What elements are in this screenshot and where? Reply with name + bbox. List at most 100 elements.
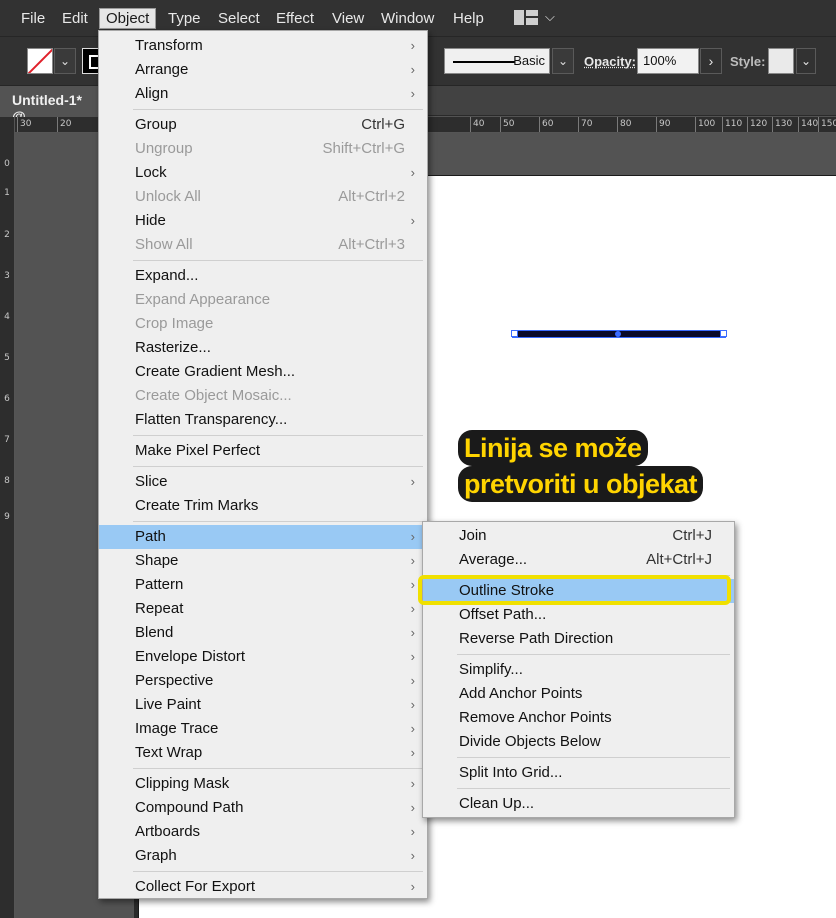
menu-window[interactable]: Window	[381, 9, 434, 29]
selection-handle[interactable]	[511, 330, 518, 337]
object-menu-item-path[interactable]: Path ›	[99, 525, 427, 549]
menu-item-label: Create Object Mosaic...	[135, 387, 292, 404]
path-menu-item-split-into-grid[interactable]: Split Into Grid...	[423, 761, 734, 785]
object-menu-item-pattern[interactable]: Pattern ›	[99, 573, 427, 597]
menu-object[interactable]: Object	[99, 8, 157, 29]
opacity-chevron-right-icon[interactable]: ›	[700, 48, 722, 74]
path-menu-item-add-anchor-points[interactable]: Add Anchor Points	[423, 682, 734, 706]
object-menu-item-hide[interactable]: Hide ›	[99, 209, 427, 233]
menu-item-shortcut: Shift+Ctrl+G	[322, 140, 405, 157]
menu-edit[interactable]: Edit	[62, 9, 88, 29]
annotation-line-1: Linija se može	[458, 430, 648, 466]
menu-item-label: Crop Image	[135, 315, 214, 332]
object-menu-item-create-gradient-mesh[interactable]: Create Gradient Mesh...	[99, 360, 427, 384]
tutorial-annotation: Linija se može pretvoriti u objekat	[458, 430, 708, 502]
ruler-tick: 20	[56, 117, 72, 132]
annotation-line-2: pretvoriti u objekat	[458, 466, 704, 502]
ruler-tick: 8	[4, 476, 10, 486]
path-menu-item-average[interactable]: Average... Alt+Ctrl+J	[423, 548, 734, 572]
menu-item-label: Clean Up...	[459, 795, 535, 812]
menu-item-label: Remove Anchor Points	[459, 709, 612, 726]
style-label: Style:	[730, 54, 766, 69]
none-fill-swatch-icon[interactable]	[27, 48, 53, 74]
selection-handle[interactable]	[720, 330, 727, 337]
object-menu-item-blend[interactable]: Blend ›	[99, 621, 427, 645]
menu-item-label: Simplify...	[459, 661, 523, 678]
vertical-ruler[interactable]: 0 1 2 3 4 5 6 7 8 9	[0, 117, 15, 918]
path-menu-item-remove-anchor-points[interactable]: Remove Anchor Points	[423, 706, 734, 730]
menu-item-label: Align	[135, 85, 169, 102]
submenu-arrow-icon: ›	[410, 62, 415, 77]
menu-effect[interactable]: Effect	[276, 9, 314, 29]
object-menu-item-show-all: Show All Alt+Ctrl+3	[99, 233, 427, 257]
ruler-tick: 150	[817, 117, 836, 132]
object-menu-item-text-wrap[interactable]: Text Wrap ›	[99, 741, 427, 765]
object-menu-item-flatten-transparency[interactable]: Flatten Transparency...	[99, 408, 427, 432]
menu-help[interactable]: Help	[453, 9, 484, 29]
fill-dropdown-chevron-icon[interactable]: ⌄	[54, 48, 76, 74]
menu-item-label: Image Trace	[135, 720, 219, 737]
object-menu-item-slice[interactable]: Slice ›	[99, 470, 427, 494]
document-tab[interactable]: Untitled-1* @	[0, 86, 100, 124]
menu-item-shortcut: Ctrl+G	[361, 116, 405, 133]
menu-select[interactable]: Select	[218, 9, 260, 29]
menu-item-label: Ungroup	[135, 140, 193, 157]
style-swatch[interactable]	[768, 48, 794, 74]
object-menu-item-live-paint[interactable]: Live Paint ›	[99, 693, 427, 717]
path-menu-item-simplify[interactable]: Simplify...	[423, 658, 734, 682]
path-menu-item-divide-objects-below[interactable]: Divide Objects Below	[423, 730, 734, 754]
object-menu-item-make-pixel-perfect[interactable]: Make Pixel Perfect	[99, 439, 427, 463]
object-menu-item-rasterize[interactable]: Rasterize...	[99, 336, 427, 360]
object-menu-item-arrange[interactable]: Arrange ›	[99, 58, 427, 82]
ruler-tick: 2	[4, 230, 10, 240]
menu-separator	[423, 785, 734, 792]
submenu-arrow-icon: ›	[410, 848, 415, 863]
object-menu-item-group[interactable]: Group Ctrl+G	[99, 113, 427, 137]
menu-item-label: Slice	[135, 473, 168, 490]
path-menu-item-join[interactable]: Join Ctrl+J	[423, 524, 734, 548]
path-menu-item-clean-up[interactable]: Clean Up...	[423, 792, 734, 816]
menu-item-label: Join	[459, 527, 487, 544]
menu-item-label: Group	[135, 116, 177, 133]
ruler-tick: 9	[4, 512, 10, 522]
workspace-switcher-icon[interactable]	[514, 10, 538, 25]
ruler-tick: 90	[655, 117, 671, 132]
path-menu-item-reverse-path-direction[interactable]: Reverse Path Direction	[423, 627, 734, 651]
object-menu-item-graph[interactable]: Graph ›	[99, 844, 427, 868]
object-menu-item-envelope-distort[interactable]: Envelope Distort ›	[99, 645, 427, 669]
submenu-arrow-icon: ›	[410, 649, 415, 664]
chevron-down-icon[interactable]: ⌵	[545, 9, 555, 25]
object-menu-item-image-trace[interactable]: Image Trace ›	[99, 717, 427, 741]
object-menu-item-shape[interactable]: Shape ›	[99, 549, 427, 573]
menu-item-label: Blend	[135, 624, 174, 641]
submenu-arrow-icon: ›	[410, 800, 415, 815]
object-menu-item-clipping-mask[interactable]: Clipping Mask ›	[99, 772, 427, 796]
object-menu-item-create-trim-marks[interactable]: Create Trim Marks	[99, 494, 427, 518]
object-menu-item-collect-for-export[interactable]: Collect For Export ›	[99, 875, 427, 899]
object-menu-item-expand[interactable]: Expand...	[99, 264, 427, 288]
object-menu-item-transform[interactable]: Transform ›	[99, 34, 427, 58]
opacity-input[interactable]: 100%	[637, 48, 699, 74]
stroke-profile-dropdown[interactable]: Basic	[444, 48, 550, 74]
menu-type[interactable]: Type	[168, 9, 201, 29]
object-menu-item-repeat[interactable]: Repeat ›	[99, 597, 427, 621]
menu-item-label: Transform	[135, 37, 203, 54]
submenu-arrow-icon: ›	[410, 721, 415, 736]
menu-file[interactable]: File	[21, 9, 45, 29]
menu-item-label: Add Anchor Points	[459, 685, 583, 702]
path-menu-item-offset-path[interactable]: Offset Path...	[423, 603, 734, 627]
object-menu-item-lock[interactable]: Lock ›	[99, 161, 427, 185]
style-chevron-down-icon[interactable]: ⌄	[796, 48, 816, 74]
opacity-label[interactable]: Opacity:	[584, 54, 636, 69]
object-menu-item-perspective[interactable]: Perspective ›	[99, 669, 427, 693]
stroke-profile-chevron-icon[interactable]: ⌄	[552, 48, 574, 74]
object-menu-item-align[interactable]: Align ›	[99, 82, 427, 106]
menu-view[interactable]: View	[332, 9, 364, 29]
submenu-arrow-icon: ›	[410, 601, 415, 616]
object-menu-item-compound-path[interactable]: Compound Path ›	[99, 796, 427, 820]
object-menu-item-artboards[interactable]: Artboards ›	[99, 820, 427, 844]
submenu-arrow-icon: ›	[410, 553, 415, 568]
menu-item-label: Artboards	[135, 823, 201, 840]
submenu-arrow-icon: ›	[410, 474, 415, 489]
menu-item-label: Reverse Path Direction	[459, 630, 614, 647]
